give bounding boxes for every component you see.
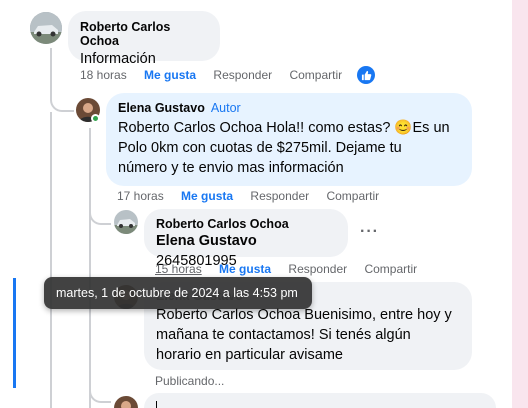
- author-badge: Autor: [210, 101, 241, 115]
- avatar: [114, 396, 138, 408]
- author-name[interactable]: Elena Gustavo: [118, 101, 205, 115]
- comment-time[interactable]: 17 horas: [117, 189, 164, 203]
- comment-text-line: número y te envio mas información: [118, 160, 344, 176]
- thumbs-up-icon[interactable]: [357, 66, 375, 84]
- comment-body: Buenisimo, entre hoy y: [304, 307, 452, 323]
- avatar[interactable]: [114, 210, 138, 234]
- comment-actions: 18 horas Me gusta Responder Compartir: [80, 68, 356, 82]
- comment-text-line: horario en particular avisame: [156, 347, 343, 363]
- like-button[interactable]: Me gusta: [219, 262, 271, 276]
- reply-button[interactable]: Responder: [213, 68, 272, 82]
- avatar[interactable]: [30, 12, 62, 44]
- like-button[interactable]: Me gusta: [144, 68, 196, 82]
- share-button[interactable]: Compartir: [326, 189, 379, 203]
- comment-text-line: Polo 0km con cuotas de $275mil. Dejame t…: [118, 140, 402, 156]
- thread-connector: [50, 90, 74, 112]
- comments-panel: Roberto Carlos Ochoa Información 18 hora…: [0, 0, 512, 408]
- publishing-status: Publicando...: [155, 374, 225, 388]
- text-cursor: [156, 401, 157, 408]
- reply-button[interactable]: Responder: [250, 189, 309, 203]
- comment-author: Elena Gustavo Autor: [118, 101, 460, 115]
- mention-link[interactable]: Elena Gustavo: [156, 233, 257, 249]
- comment-bubble: Roberto Carlos Ochoa Elena Gustavo 26458…: [144, 209, 348, 269]
- comment-text-line: Roberto Carlos Ochoa Hola!! como estas? …: [118, 120, 450, 136]
- reply-input[interactable]: [144, 393, 496, 408]
- comment-actions: 15 horas Me gusta Responder Compartir: [155, 262, 431, 276]
- mention-link[interactable]: Roberto Carlos Ochoa: [156, 307, 300, 323]
- online-indicator: [91, 114, 100, 123]
- comment-actions: 17 horas Me gusta Responder Compartir: [117, 189, 393, 203]
- share-button[interactable]: Compartir: [289, 68, 342, 82]
- like-button[interactable]: Me gusta: [181, 189, 233, 203]
- reply-button[interactable]: Responder: [288, 262, 347, 276]
- thread-line: [50, 112, 52, 408]
- comment-bubble: Roberto Carlos Ochoa Información: [68, 11, 220, 67]
- comment-text-line: mañana te contactamos! Si tenés algún: [156, 327, 411, 343]
- thread-line: [89, 128, 91, 408]
- more-options-icon[interactable]: ···: [360, 223, 379, 241]
- share-button[interactable]: Compartir: [364, 262, 417, 276]
- page-background: [512, 0, 528, 408]
- comment-time[interactable]: 15 horas: [155, 262, 202, 276]
- comment-bubble: Elena Gustavo Autor Roberto Carlos Ochoa …: [106, 93, 472, 186]
- focus-indicator: [13, 278, 16, 388]
- comment-time[interactable]: 18 horas: [80, 68, 127, 82]
- comment-author[interactable]: Roberto Carlos Ochoa: [156, 217, 336, 231]
- thread-connector: [89, 205, 111, 225]
- thread-connector: [89, 385, 111, 403]
- comment-author[interactable]: Roberto Carlos Ochoa: [80, 20, 208, 48]
- timestamp-tooltip: martes, 1 de octubre de 2024 a las 4:53 …: [44, 277, 312, 309]
- comment-text: Información: [80, 51, 156, 67]
